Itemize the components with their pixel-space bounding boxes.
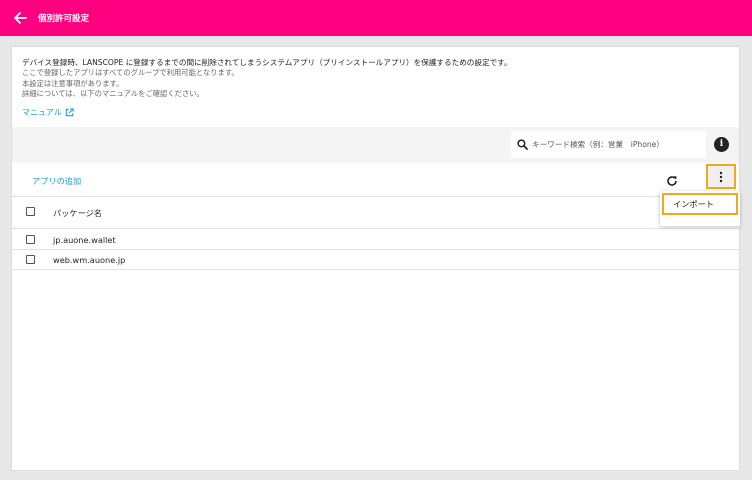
- description-line: 本設定は注意事項があります。: [22, 78, 124, 88]
- menu-item-import[interactable]: インポート: [662, 193, 738, 215]
- row-checkbox[interactable]: [26, 255, 35, 264]
- divider: [12, 249, 739, 250]
- info-button[interactable]: i: [714, 137, 729, 152]
- divider: [12, 196, 739, 197]
- add-app-button[interactable]: アプリの追加: [32, 175, 81, 187]
- back-button[interactable]: [8, 6, 32, 30]
- description-main: デバイス登録時、LANSCOPE に登録するまでの間に削除されてしまうシステムア…: [22, 58, 512, 67]
- search-input[interactable]: [532, 140, 702, 149]
- manual-link-label: マニュアル: [22, 107, 62, 117]
- search-icon: [517, 139, 528, 150]
- toolbar: i: [12, 127, 739, 163]
- main-card: デバイス登録時、LANSCOPE に登録するまでの間に削除されてしまうシステムア…: [11, 46, 740, 471]
- row-checkbox[interactable]: [26, 235, 35, 244]
- select-all-checkbox[interactable]: [26, 207, 35, 216]
- arrow-left-icon: [14, 12, 27, 24]
- more-menu-button[interactable]: [706, 164, 736, 189]
- description-line: ここで登録したアプリはすべてのグループで利用可能となります。: [22, 68, 239, 77]
- column-header-package-name: パッケージ名: [53, 208, 102, 218]
- page-title: 個別許可設定: [38, 14, 90, 24]
- description-line: 詳細については、以下のマニュアルをご確認ください。: [22, 89, 204, 98]
- description: デバイス登録時、LANSCOPE に登録するまでの間に削除されてしまうシステムア…: [12, 47, 739, 119]
- more-vert-icon: [719, 171, 723, 182]
- manual-link[interactable]: マニュアル: [22, 107, 74, 118]
- package-name: web.wm.auone.jp: [53, 255, 126, 265]
- package-name: jp.auone.wallet: [53, 235, 116, 245]
- divider: [12, 228, 739, 229]
- info-icon: i: [719, 139, 724, 149]
- search-box: [511, 131, 706, 158]
- divider: [12, 269, 739, 270]
- refresh-icon[interactable]: [665, 174, 679, 188]
- app-bar: 個別許可設定: [0, 0, 752, 36]
- dropdown-menu: インポート: [660, 191, 740, 226]
- external-link-icon: [65, 107, 74, 116]
